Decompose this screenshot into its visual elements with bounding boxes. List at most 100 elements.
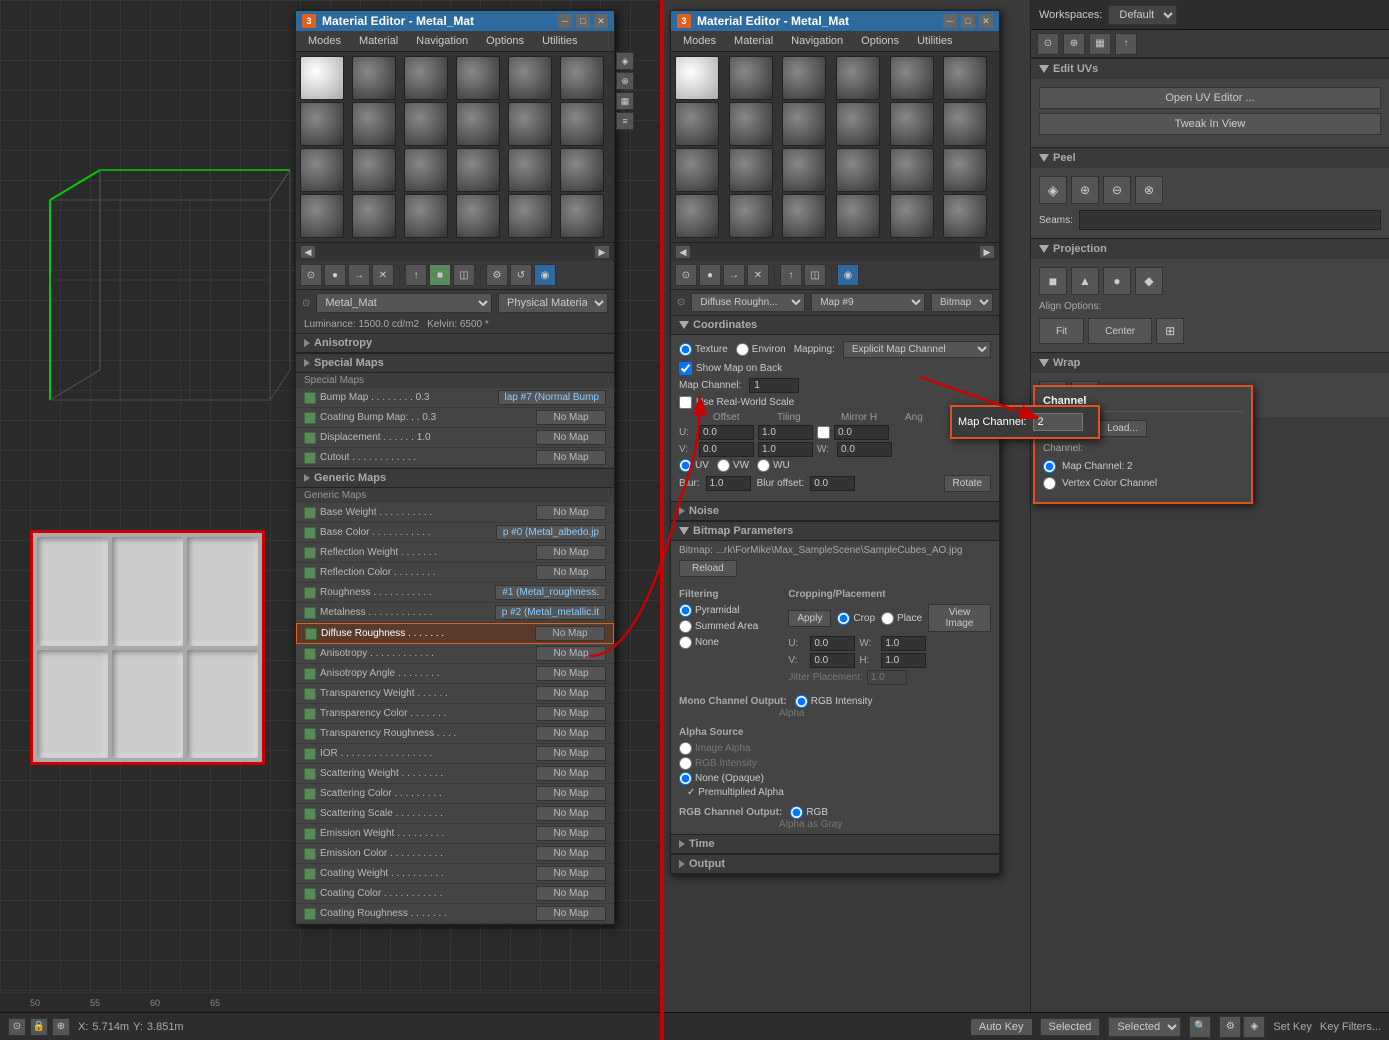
peel-tool-4[interactable]: ⊗ (1135, 176, 1163, 204)
maximize-btn-right[interactable]: □ (961, 14, 975, 28)
rgb-radio[interactable] (790, 806, 803, 819)
menu-options-left[interactable]: Options (478, 33, 532, 49)
coating-bump-checkbox[interactable] (304, 412, 316, 424)
sphere-r4[interactable] (836, 56, 880, 100)
coat-color-checkbox[interactable] (304, 888, 316, 900)
trans-rough-map-btn[interactable]: No Map (536, 726, 606, 741)
sphere-r11[interactable] (890, 102, 934, 146)
nav-right-btn[interactable]: ▶ (594, 245, 610, 259)
sphere-r7[interactable] (675, 102, 719, 146)
metalness-checkbox[interactable] (304, 607, 316, 619)
peel-tool-2[interactable]: ⊕ (1071, 176, 1099, 204)
nav-right-btn-right[interactable]: ▶ (979, 245, 995, 259)
bump-map-btn[interactable]: lap #7 (Normal Bump (498, 390, 606, 405)
sphere-r24[interactable] (943, 194, 987, 238)
sphere-12[interactable] (560, 102, 604, 146)
aniso-angle-map-btn[interactable]: No Map (536, 666, 606, 681)
section-output[interactable]: Output (671, 854, 999, 874)
wu-radio[interactable] (757, 459, 770, 472)
delete-btn[interactable]: ✕ (372, 264, 394, 286)
map-channel-radio[interactable] (1043, 460, 1056, 473)
map-type-select[interactable]: Bitmap (931, 293, 993, 312)
crop-v-input[interactable] (810, 653, 855, 668)
center-btn[interactable]: Center (1088, 318, 1152, 344)
map-channel-overlay-input[interactable] (1033, 413, 1083, 431)
scat-scale-map-btn[interactable]: No Map (536, 806, 606, 821)
sphere-22[interactable] (456, 194, 500, 238)
scat-scale-checkbox[interactable] (304, 808, 316, 820)
menu-modes-right[interactable]: Modes (675, 33, 724, 49)
diff-roughness-checkbox[interactable] (305, 628, 317, 640)
sphere-r13[interactable] (675, 148, 719, 192)
ior-map-btn[interactable]: No Map (536, 746, 606, 761)
sphere-r1[interactable] (675, 56, 719, 100)
sphere-r19[interactable] (675, 194, 719, 238)
proj-tool-2[interactable]: ▲ (1071, 267, 1099, 295)
mapping-select[interactable]: Explicit Map Channel (843, 341, 991, 358)
uv-tool-3[interactable]: ▦ (1089, 33, 1111, 55)
sphere-11[interactable] (508, 102, 552, 146)
emit-weight-map-btn[interactable]: No Map (536, 826, 606, 841)
workspace-select[interactable]: Default (1108, 5, 1177, 25)
refl-color-map-btn[interactable]: No Map (536, 565, 606, 580)
coat-rough-map-btn[interactable]: No Map (536, 906, 606, 921)
reset-btn[interactable]: ↺ (510, 264, 532, 286)
base-color-map-btn[interactable]: p #0 (Metal_albedo.jp (496, 525, 606, 540)
sphere-18[interactable] (560, 148, 604, 192)
section-generic-maps[interactable]: Generic Maps (296, 468, 614, 488)
menu-utilities-left[interactable]: Utilities (534, 33, 585, 49)
vw-radio[interactable] (717, 459, 730, 472)
refl-weight-checkbox[interactable] (304, 547, 316, 559)
proj-tool-4[interactable]: ◆ (1135, 267, 1163, 295)
uv-radio[interactable] (679, 459, 692, 472)
sphere-1[interactable] (300, 56, 344, 100)
settings-btn[interactable]: ⚙ (486, 264, 508, 286)
tool-btn-4[interactable]: ≡ (616, 112, 634, 130)
edit-uvs-header[interactable]: Edit UVs (1031, 59, 1389, 79)
scat-weight-map-btn[interactable]: No Map (536, 766, 606, 781)
u-tiling-input[interactable] (758, 425, 813, 440)
menu-options-right[interactable]: Options (853, 33, 907, 49)
wrap-header[interactable]: Wrap (1031, 353, 1389, 373)
image-alpha-radio[interactable] (679, 742, 692, 755)
delete-btn-right[interactable]: ✕ (747, 264, 769, 286)
sphere-17[interactable] (508, 148, 552, 192)
vertex-color-radio[interactable] (1043, 477, 1056, 490)
nav-left-btn-right[interactable]: ◀ (675, 245, 691, 259)
environ-radio[interactable] (736, 343, 749, 356)
cutout-checkbox[interactable] (304, 452, 316, 464)
maximize-btn-left[interactable]: □ (576, 14, 590, 28)
sphere-r16[interactable] (836, 148, 880, 192)
base-weight-map-btn[interactable]: No Map (536, 505, 606, 520)
coating-bump-map-btn[interactable]: No Map (536, 410, 606, 425)
mat-type-select[interactable]: Physical Material (498, 293, 608, 313)
sphere-r12[interactable] (943, 102, 987, 146)
tool-btn-1[interactable]: ◈ (616, 52, 634, 70)
rgb-intensity-alpha-radio[interactable] (679, 757, 692, 770)
none-opaque-radio[interactable] (679, 772, 692, 785)
pick-material-btn-right[interactable]: ⊙ (675, 264, 697, 286)
roughness-map-btn[interactable]: #1 (Metal_roughness. (495, 585, 606, 600)
menu-utilities-right[interactable]: Utilities (909, 33, 960, 49)
u-offset-input[interactable] (699, 425, 754, 440)
sphere-r23[interactable] (890, 194, 934, 238)
blur-input[interactable] (706, 476, 751, 491)
highlight-btn[interactable]: ■ (429, 264, 451, 286)
assign-btn[interactable]: → (348, 264, 370, 286)
menu-material-left[interactable]: Material (351, 33, 406, 49)
status-icon-1[interactable]: ⊙ (8, 1018, 26, 1036)
emit-color-map-btn[interactable]: No Map (536, 846, 606, 861)
refl-color-checkbox[interactable] (304, 567, 316, 579)
texture-radio[interactable] (679, 343, 692, 356)
map-channel-input[interactable] (749, 378, 799, 393)
material-sphere-btn[interactable]: ● (324, 264, 346, 286)
trans-color-map-btn[interactable]: No Map (536, 706, 606, 721)
sphere-15[interactable] (404, 148, 448, 192)
sphere-8[interactable] (352, 102, 396, 146)
map-slot-select[interactable]: Diffuse Roughn... (691, 293, 805, 312)
go-parent-btn-right[interactable]: ↑ (780, 264, 802, 286)
proj-extra-btn[interactable]: ⊞ (1156, 318, 1184, 344)
trans-color-checkbox[interactable] (304, 708, 316, 720)
show-map-btn-right[interactable]: ◫ (804, 264, 826, 286)
search-btn[interactable]: 🔍 (1189, 1016, 1211, 1038)
